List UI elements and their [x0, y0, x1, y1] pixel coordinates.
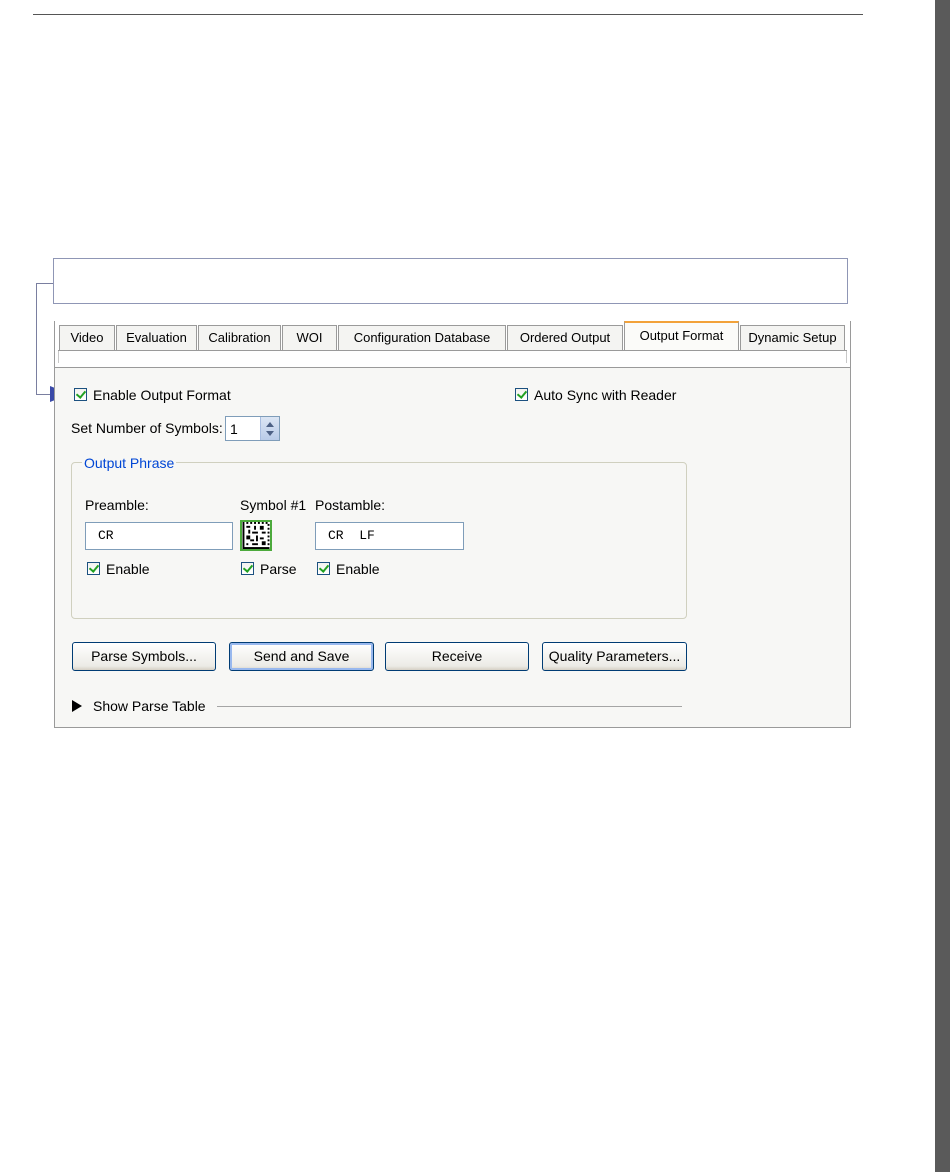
auto-sync-checkbox[interactable] [515, 388, 528, 401]
tab-woi[interactable]: WOI [282, 325, 337, 350]
auto-sync-label: Auto Sync with Reader [534, 387, 677, 403]
data-matrix-glyph [242, 522, 270, 549]
enable-output-format-label: Enable Output Format [93, 387, 231, 403]
tab-panel-edge [58, 351, 847, 363]
tab-strip: Video Evaluation Calibration WOI Configu… [55, 321, 850, 368]
page-top-rule [33, 14, 863, 15]
tab-output-format[interactable]: Output Format [624, 321, 739, 351]
symbol-parse-checkbox[interactable] [241, 562, 254, 575]
preamble-input[interactable]: CR [85, 522, 233, 550]
callout-leader [36, 283, 53, 284]
tab-calibration[interactable]: Calibration [198, 325, 281, 350]
receive-button[interactable]: Receive [385, 642, 529, 671]
preamble-enable-label: Enable [106, 561, 150, 577]
postamble-enable-label: Enable [336, 561, 380, 577]
data-matrix-symbol-icon[interactable] [240, 520, 272, 551]
spin-up-icon[interactable] [266, 422, 274, 427]
tab-configuration-database[interactable]: Configuration Database [338, 325, 506, 350]
quality-parameters-button[interactable]: Quality Parameters... [542, 642, 687, 671]
tab-evaluation[interactable]: Evaluation [116, 325, 197, 350]
output-format-dialog: Video Evaluation Calibration WOI Configu… [54, 321, 851, 728]
tab-ordered-output[interactable]: Ordered Output [507, 325, 623, 350]
postamble-input[interactable]: CR LF [315, 522, 464, 550]
callout-leader-horizontal [36, 394, 50, 395]
spin-down-icon[interactable] [266, 431, 274, 436]
show-parse-table-label[interactable]: Show Parse Table [93, 698, 206, 714]
symbol-label: Symbol #1 [240, 497, 307, 513]
callout-box [53, 258, 848, 304]
preamble-enable-checkbox[interactable] [87, 562, 100, 575]
num-symbols-stepper[interactable]: 1 [225, 416, 280, 441]
symbol-parse-label: Parse [260, 561, 297, 577]
expand-triangle-icon[interactable] [72, 700, 82, 712]
output-phrase-legend: Output Phrase [82, 455, 177, 471]
preamble-label: Preamble: [85, 497, 149, 513]
callout-leader-vertical [36, 283, 37, 395]
num-symbols-label: Set Number of Symbols: [71, 420, 223, 436]
enable-output-format-checkbox[interactable] [74, 388, 87, 401]
tab-dynamic-setup[interactable]: Dynamic Setup [740, 325, 845, 350]
num-symbols-value: 1 [230, 421, 238, 437]
parse-table-divider [217, 706, 682, 707]
postamble-label: Postamble: [315, 497, 386, 513]
page-side-bar [935, 0, 950, 1172]
tab-video[interactable]: Video [59, 325, 115, 350]
spin-buttons[interactable] [260, 417, 279, 440]
parse-symbols-button[interactable]: Parse Symbols... [72, 642, 216, 671]
send-and-save-button[interactable]: Send and Save [229, 642, 374, 671]
postamble-enable-checkbox[interactable] [317, 562, 330, 575]
